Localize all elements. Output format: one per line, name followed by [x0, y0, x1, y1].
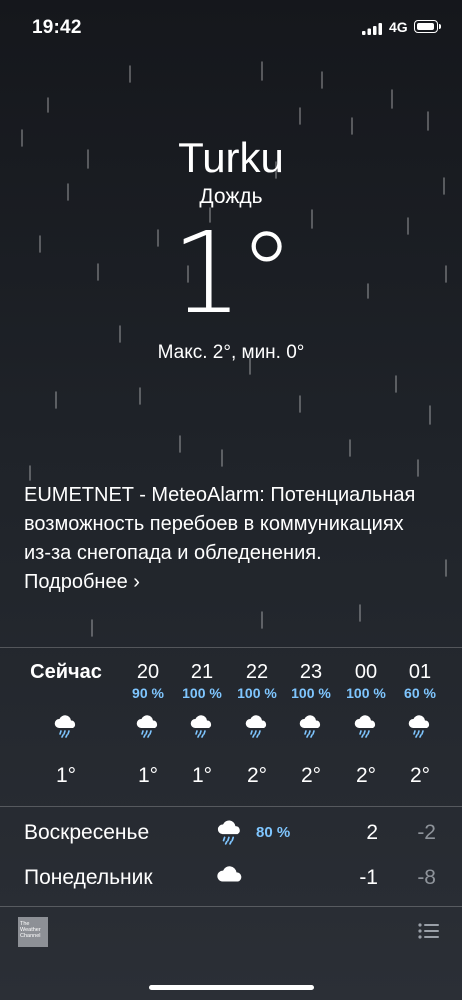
hour-label: Сейчас [30, 661, 102, 683]
hour-temperature: 1° [55, 764, 77, 787]
divider [0, 647, 462, 648]
hour-item: Сейчас 1° [14, 660, 118, 788]
hour-label: 21 [190, 661, 214, 683]
hourly-forecast[interactable]: Сейчас 1° 20 90 % 1° 21 100 % 1° 22 100 … [0, 650, 462, 800]
rain-cloud-icon [336, 708, 396, 744]
daily-row: Понедельник -1 -8 [24, 862, 438, 898]
list-icon[interactable] [418, 922, 440, 940]
hour-item: 00 100 % 2° [336, 660, 396, 788]
cloud-icon [216, 864, 244, 891]
rain-cloud-icon [172, 708, 232, 744]
high-temperature: -1 [359, 866, 378, 889]
network-type: 4G [389, 19, 408, 35]
divider [0, 806, 462, 807]
hour-item: 20 90 % 1° [118, 660, 178, 788]
rain-cloud-icon [118, 708, 178, 744]
hour-temperature: 1° [191, 764, 213, 787]
day-name: Понедельник [24, 866, 153, 889]
rain-cloud-icon [216, 819, 244, 850]
precipitation-probability: 100 % [182, 685, 222, 701]
rain-cloud-icon [390, 708, 450, 744]
hour-item: 22 100 % 2° [227, 660, 287, 788]
current-temperature: 1° [171, 209, 294, 339]
daily-row: Воскресенье 80 % 2 -2 [24, 817, 438, 853]
precipitation-probability [14, 684, 118, 702]
battery-icon [414, 20, 441, 33]
hour-item: 01 60 % 2° [390, 660, 450, 788]
hour-temperature: 2° [246, 764, 268, 787]
hour-temperature: 1° [137, 764, 159, 787]
min-max-temperature: Макс. 2°, мин. 0° [157, 342, 305, 363]
alert-more-link[interactable]: Подробнее › [24, 568, 434, 597]
high-temperature: 2 [366, 821, 378, 844]
precipitation-probability: 100 % [237, 685, 277, 701]
hour-label: 20 [136, 661, 160, 683]
precipitation-probability: 100 % [346, 685, 386, 701]
status-bar: 19:42 4G [0, 0, 462, 56]
home-indicator[interactable] [149, 985, 314, 990]
hour-temperature: 2° [300, 764, 322, 787]
hour-label: 23 [299, 661, 323, 683]
day-name: Воскресенье [24, 821, 150, 844]
precipitation-probability: 100 % [291, 685, 331, 701]
precipitation-probability: 90 % [132, 685, 164, 701]
low-temperature: -8 [417, 866, 436, 889]
weather-channel-logo[interactable]: The Weather Channel [18, 917, 48, 947]
hour-item: 21 100 % 1° [172, 660, 232, 788]
weather-condition: Дождь [199, 185, 263, 208]
hour-label: 22 [245, 661, 269, 683]
hour-label: 01 [408, 661, 432, 683]
low-temperature: -2 [417, 821, 436, 844]
rain-cloud-icon [227, 708, 287, 744]
hour-temperature: 2° [409, 764, 431, 787]
precipitation-probability: 60 % [404, 685, 436, 701]
cellular-signal-icon [362, 23, 382, 35]
rain-cloud-icon [281, 708, 341, 744]
rain-cloud-icon [14, 708, 118, 744]
hour-temperature: 2° [355, 764, 377, 787]
current-weather: Turku Дождь 1° Макс. 2°, мин. 0° [0, 132, 462, 364]
divider [0, 906, 462, 907]
status-time: 19:42 [32, 17, 82, 38]
weather-alert[interactable]: EUMETNET - MeteoAlarm: Потенциальная воз… [24, 481, 434, 597]
hour-label: 00 [354, 661, 378, 683]
precipitation-probability: 80 % [256, 824, 291, 841]
alert-text: EUMETNET - MeteoAlarm: Потенциальная воз… [24, 484, 416, 564]
city-name: Turku [178, 134, 284, 181]
hour-item: 23 100 % 2° [281, 660, 341, 788]
